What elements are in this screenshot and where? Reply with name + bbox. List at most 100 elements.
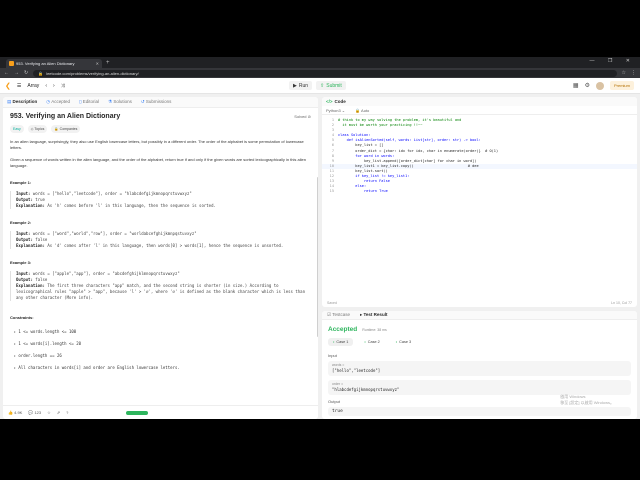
result-status: Accepted Runtime: 38 ms (328, 326, 387, 333)
case-tab-2[interactable]: • Case 2 (359, 338, 384, 346)
document-icon: ▤ (7, 99, 12, 104)
tab-test-result[interactable]: ▸ Test Result (360, 312, 387, 318)
example-input-value: words = ["apple","app"], order = "abcdef… (32, 271, 180, 276)
premium-button[interactable]: Premium (609, 81, 634, 90)
code-icon: </> (326, 99, 333, 104)
language-select[interactable]: Python3 ⌄ (326, 108, 345, 113)
new-tab-icon[interactable]: + (106, 59, 110, 68)
example-output-label: Output: (16, 197, 33, 202)
constraint-text: 1 <= words[i].length <= 20 (18, 341, 82, 346)
tab-editorial[interactable]: ▯ Editorial (79, 99, 99, 105)
lock-icon: 🔒 (355, 107, 361, 113)
avatar[interactable] (595, 81, 604, 90)
lock-icon: 🔒 (38, 70, 44, 76)
example-output-label: Output: (16, 277, 33, 282)
bookmark-star-icon[interactable]: ☆ (622, 70, 626, 76)
back-icon[interactable]: ← (4, 70, 9, 76)
checkbox-icon: ☑ (327, 312, 332, 317)
constraint-text: All characters in words[i] and order are… (18, 365, 180, 370)
editor-header: </> Code (322, 97, 637, 106)
lock-icon: 🔒 (54, 127, 59, 131)
url-text: leetcode.com/problems/verifying-an-alien… (46, 70, 139, 76)
tab-accepted[interactable]: ◷ Accepted (46, 99, 70, 105)
tab-solutions[interactable]: ⚗ Solutions (108, 99, 132, 105)
save-status: Saved (327, 301, 337, 305)
share-icon[interactable]: ⇗ (57, 410, 60, 415)
example-input-label: Input: (16, 231, 31, 236)
pass-dot-icon: • (333, 340, 335, 344)
example-output-value: true (35, 197, 45, 202)
browser-window: 953. Verifying an Alien Dictionary ✕ + —… (0, 57, 640, 419)
example-output-value: false (35, 277, 48, 282)
left-tab-bar: ▤ Description ◷ Accepted ▯ Editorial ⚗ S… (3, 97, 318, 108)
case-label: Case 1 (336, 340, 349, 344)
examples-section: Example 1: Input: words = ["hello","leetc… (10, 180, 311, 301)
submit-button[interactable]: ⇪ Submit (316, 81, 346, 90)
flask-icon: ⚗ (108, 99, 113, 104)
example-box: Input: words = ["hello","leetcode"], ord… (10, 191, 311, 209)
problem-list-label[interactable]: Array (27, 83, 39, 89)
input-label: Input (328, 353, 337, 358)
tab-description[interactable]: ▤ Description (7, 99, 37, 105)
reload-icon[interactable]: ↻ (24, 70, 28, 76)
example-explanation: Explanation: As 'd' comes after 'l' in t… (16, 243, 311, 249)
menu-dots-icon[interactable]: ⋮ (631, 70, 636, 76)
windows-activation-watermark: 啟用 Windows 移至 [設定] 以啟用 Windows。 (560, 394, 614, 405)
editor-status-bar: Saved Ln 10, Col 77 (322, 299, 637, 307)
example-input-label: Input: (16, 191, 31, 196)
description-paragraph-1: In an alien language, surprisingly, they… (10, 139, 304, 150)
browser-tab[interactable]: 953. Verifying an Alien Dictionary ✕ (6, 59, 102, 68)
code-editor-panel: </> Code Python3 ⌄ 🔒 Auto 1 # think to my… (322, 97, 637, 307)
run-button[interactable]: ▶ Run (289, 81, 313, 90)
autocomplete-toggle[interactable]: 🔒 Auto (355, 108, 369, 113)
code-line[interactable]: 15 return True (322, 189, 637, 194)
constraint-text: 1 <= words.length <= 100 (18, 329, 77, 334)
constraint-item: • 1 <= words.length <= 100 (14, 329, 311, 335)
description-panel: ▤ Description ◷ Accepted ▯ Editorial ⚗ S… (3, 97, 318, 419)
runtime-label: Runtime: 38 ms (362, 328, 387, 332)
help-icon[interactable]: ? (66, 410, 68, 415)
case-tab-3[interactable]: • Case 3 (391, 338, 416, 346)
close-tab-icon[interactable]: ✕ (96, 61, 99, 66)
star-icon[interactable]: ☆ (47, 410, 51, 415)
prev-problem-icon[interactable]: ‹ (45, 83, 47, 89)
problem-tags: Easy ◇ Topics 🔒 Companies (10, 125, 311, 133)
tab-submissions[interactable]: ↺ Submissions (141, 99, 172, 105)
layout-icon[interactable]: ▦ (573, 82, 579, 89)
url-input[interactable]: 🔒 leetcode.com/problems/verifying-an-ali… (33, 69, 617, 77)
constraints-title: Constraints: (10, 315, 34, 320)
example-explanation-value: The first three characters "app" match, … (16, 283, 305, 300)
settings-gear-icon[interactable]: ⚙ (585, 82, 590, 89)
case-label: Case 2 (367, 340, 380, 344)
companies-tag[interactable]: 🔒 Companies (51, 125, 81, 133)
difficulty-badge: Easy (10, 125, 24, 133)
output-value: true (328, 407, 631, 416)
scrollbar[interactable] (317, 177, 318, 337)
input-words-field: words = ["hello","leetcode"] (328, 361, 631, 376)
bullet-icon: • (14, 365, 16, 370)
editor-options: Python3 ⌄ 🔒 Auto (322, 106, 637, 115)
example-input-value: words = ["hello","leetcode"], order = "h… (32, 191, 192, 196)
leetcode-logo-icon[interactable]: ❮ (5, 82, 11, 90)
shuffle-icon[interactable]: ⤨ (61, 83, 65, 89)
book-icon: ▯ (79, 99, 82, 104)
window-controls[interactable]: — ❐ ✕ (590, 58, 636, 64)
like-button[interactable]: 👍 4.9K (8, 410, 22, 415)
description-footer: 👍 4.9K 💬 123 ☆ ⇗ ? (3, 405, 318, 419)
problem-list-icon[interactable]: ☰ (17, 83, 21, 89)
cursor-position: Ln 10, Col 77 (611, 301, 632, 305)
check-circle-icon: ⊘ (307, 114, 311, 119)
topics-tag[interactable]: ◇ Topics (27, 125, 48, 133)
case-tab-1[interactable]: • Case 1 (328, 338, 354, 346)
bullet-icon: • (14, 353, 16, 358)
code-text: it must be worth your practicing !!~~ (338, 123, 423, 128)
example-explanation: Explanation: The first three characters … (16, 283, 311, 301)
example-input-label: Input: (16, 271, 31, 276)
code-area[interactable]: 1 # think to my way solving the problem, … (322, 115, 637, 194)
comments-button[interactable]: 💬 123 (28, 410, 41, 415)
forward-icon[interactable]: → (14, 70, 19, 76)
next-problem-icon[interactable]: › (53, 83, 55, 89)
case-label: Case 3 (399, 340, 412, 344)
tab-testcase[interactable]: ☑ Testcase (327, 312, 350, 318)
example-title: Example 2: (10, 220, 32, 225)
